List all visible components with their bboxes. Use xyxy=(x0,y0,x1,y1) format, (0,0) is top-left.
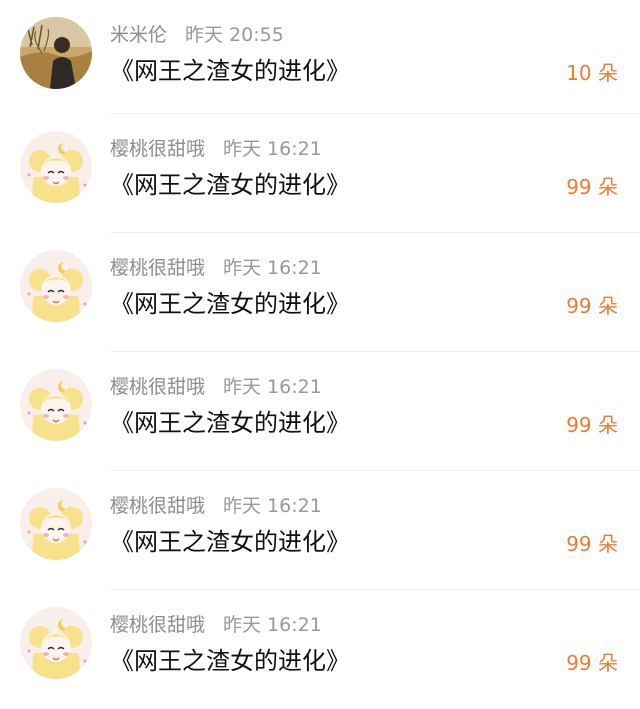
gift-count: 99 朵 xyxy=(566,651,618,675)
avatar[interactable] xyxy=(20,369,92,441)
list-item[interactable]: 樱桃很甜哦 昨天 16:21 《网王之渣女的进化》 99 朵 xyxy=(0,233,640,352)
avatar[interactable] xyxy=(20,488,92,560)
item-meta: 米米伦 昨天 20:55 xyxy=(110,22,284,48)
timestamp: 昨天 16:21 xyxy=(223,495,322,517)
sailor-moon-avatar-icon xyxy=(20,488,92,560)
book-title[interactable]: 《网王之渣女的进化》 xyxy=(110,170,350,200)
item-meta: 樱桃很甜哦 昨天 16:21 xyxy=(110,255,322,281)
book-title[interactable]: 《网王之渣女的进化》 xyxy=(110,289,350,319)
timestamp: 昨天 20:55 xyxy=(185,24,284,46)
username[interactable]: 樱桃很甜哦 xyxy=(110,257,205,279)
timestamp: 昨天 16:21 xyxy=(223,614,322,636)
avatar[interactable] xyxy=(20,17,92,89)
sailor-moon-avatar-icon xyxy=(20,607,92,679)
timestamp: 昨天 16:21 xyxy=(223,138,322,160)
gift-count: 99 朵 xyxy=(566,175,618,199)
avatar[interactable] xyxy=(20,250,92,322)
item-meta: 樱桃很甜哦 昨天 16:21 xyxy=(110,493,322,519)
username[interactable]: 樱桃很甜哦 xyxy=(110,138,205,160)
sailor-moon-avatar-icon xyxy=(20,369,92,441)
username[interactable]: 樱桃很甜哦 xyxy=(110,376,205,398)
list-item[interactable]: 米米伦 昨天 20:55 《网王之渣女的进化》 10 朵 xyxy=(0,0,640,114)
sailor-moon-avatar-icon xyxy=(20,250,92,322)
item-meta: 樱桃很甜哦 昨天 16:21 xyxy=(110,374,322,400)
book-title[interactable]: 《网王之渣女的进化》 xyxy=(110,408,350,438)
list-item[interactable]: 樱桃很甜哦 昨天 16:21 《网王之渣女的进化》 99 朵 xyxy=(0,114,640,233)
book-title[interactable]: 《网王之渣女的进化》 xyxy=(110,56,350,86)
list-item[interactable]: 樱桃很甜哦 昨天 16:21 《网王之渣女的进化》 99 朵 xyxy=(0,352,640,471)
timestamp: 昨天 16:21 xyxy=(223,376,322,398)
book-title[interactable]: 《网王之渣女的进化》 xyxy=(110,527,350,557)
username[interactable]: 樱桃很甜哦 xyxy=(110,495,205,517)
list-item[interactable]: 樱桃很甜哦 昨天 16:21 《网王之渣女的进化》 99 朵 xyxy=(0,471,640,590)
item-meta: 樱桃很甜哦 昨天 16:21 xyxy=(110,136,322,162)
timestamp: 昨天 16:21 xyxy=(223,257,322,279)
book-title[interactable]: 《网王之渣女的进化》 xyxy=(110,646,350,676)
avatar[interactable] xyxy=(20,131,92,203)
photo-avatar-icon xyxy=(20,17,92,89)
gift-count: 99 朵 xyxy=(566,413,618,437)
sailor-moon-avatar-icon xyxy=(20,131,92,203)
username[interactable]: 米米伦 xyxy=(110,24,167,46)
username[interactable]: 樱桃很甜哦 xyxy=(110,614,205,636)
gift-count: 10 朵 xyxy=(566,61,618,85)
list-item[interactable]: 樱桃很甜哦 昨天 16:21 《网王之渣女的进化》 99 朵 xyxy=(0,590,640,709)
gift-count: 99 朵 xyxy=(566,532,618,556)
avatar[interactable] xyxy=(20,607,92,679)
item-meta: 樱桃很甜哦 昨天 16:21 xyxy=(110,612,322,638)
gift-count: 99 朵 xyxy=(566,294,618,318)
gift-record-list: 米米伦 昨天 20:55 《网王之渣女的进化》 10 朵 樱桃很甜哦 昨天 16… xyxy=(0,0,640,699)
